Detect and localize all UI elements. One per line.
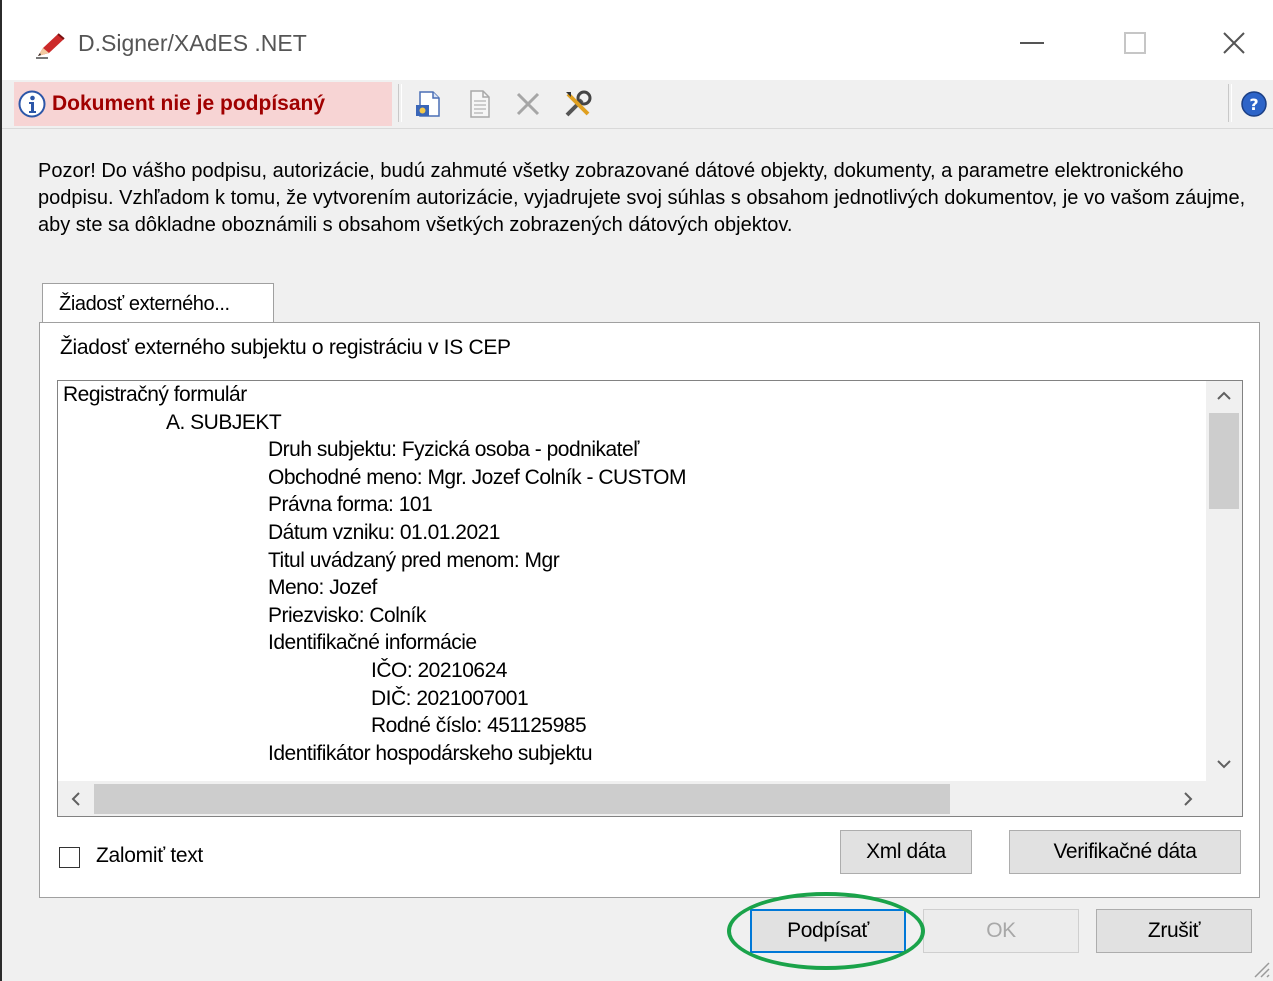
tab-panel: Žiadosť externého subjektu o registráciu… (39, 322, 1260, 898)
settings-button[interactable] (560, 86, 596, 122)
wrap-text-checkbox[interactable] (59, 847, 80, 868)
document-line: Registračný formulár (63, 383, 247, 406)
verification-data-button[interactable]: Verifikačné dáta (1009, 830, 1241, 874)
help-icon: ? (1241, 91, 1267, 117)
document-title: Žiadosť externého subjektu o registráciu… (60, 336, 511, 359)
info-icon (18, 90, 46, 118)
document-content[interactable]: Registračný formulár A. SUBJEKT Druh subje… (57, 380, 1243, 817)
close-button[interactable] (1202, 18, 1266, 68)
status-text: Dokument nie je podpísaný (52, 92, 326, 115)
delete-button (510, 86, 546, 122)
document-line: Identifikačné informácie (268, 631, 477, 655)
warning-text: Pozor! Do vášho podpisu, autorizácie, bu… (38, 160, 1246, 236)
document-line: Meno: Jozef (268, 576, 377, 600)
minimize-button[interactable] (1000, 18, 1064, 68)
cancel-button[interactable]: Zrušiť (1096, 909, 1252, 953)
horizontal-scrollbar[interactable] (58, 781, 1242, 816)
document-line: A. SUBJEKT (166, 410, 282, 434)
document-line: Priezvisko: Colník (268, 603, 426, 627)
scroll-left-button[interactable] (58, 781, 94, 816)
maximize-icon (1124, 32, 1146, 54)
scroll-up-button[interactable] (1206, 381, 1242, 411)
document-line: Právna forma: 101 (268, 493, 433, 517)
chevron-down-icon (1217, 760, 1231, 769)
scroll-down-button[interactable] (1206, 747, 1242, 781)
horizontal-scroll-thumb[interactable] (94, 784, 950, 814)
toolbar-separator-right (1228, 84, 1232, 122)
vertical-scroll-thumb[interactable] (1209, 413, 1239, 509)
document-line: Rodné číslo: 451125985 (371, 714, 587, 738)
toolbar: Dokument nie je podpísaný ? (2, 80, 1273, 129)
dialog-body: Pozor! Do vášho podpisu, autorizácie, bu… (2, 129, 1273, 981)
chevron-left-icon (71, 792, 80, 806)
chevron-right-icon (1184, 792, 1193, 806)
vertical-scrollbar[interactable] (1206, 381, 1242, 781)
title-bar[interactable]: D.Signer/XAdES .NET (2, 0, 1273, 80)
tab-document[interactable]: Žiadosť externého... (42, 283, 274, 323)
sign-button[interactable]: Podpísať (750, 909, 906, 953)
window-title: D.Signer/XAdES .NET (78, 30, 307, 56)
document-line: IČO: 20210624 (371, 659, 507, 682)
toolbar-separator (398, 84, 402, 122)
document-button (462, 86, 498, 122)
pen-icon (36, 33, 65, 59)
xml-data-button[interactable]: Xml dáta (840, 830, 972, 874)
document-line: Titul uvádzaný pred menom: Mgr (268, 548, 560, 572)
ok-button: OK (923, 909, 1079, 953)
document-line: Dátum vzniku: 01.01.2021 (268, 521, 500, 544)
close-icon (1223, 32, 1245, 54)
delete-icon (516, 92, 540, 116)
document-line: Druh subjektu: Fyzická osoba - podnikate… (268, 438, 639, 462)
wrap-text-label[interactable]: Zalomiť text (96, 844, 203, 868)
signature-status: Dokument nie je podpísaný (14, 82, 392, 126)
minimize-icon (1020, 42, 1044, 44)
document-line: Obchodné meno: Mgr. Jozef Colník - CUSTO… (268, 465, 686, 489)
settings-icon (565, 90, 592, 117)
sign-document-icon (416, 91, 440, 117)
help-button[interactable]: ? (1238, 86, 1270, 122)
sign-document-button[interactable] (410, 86, 446, 122)
document-line: Identifikátor hospodárskeho subjektu (268, 741, 593, 765)
chevron-up-icon (1217, 391, 1231, 400)
resize-grip-icon[interactable] (1247, 955, 1271, 979)
maximize-button[interactable] (1103, 18, 1167, 68)
document-icon (470, 90, 490, 118)
document-line: DIČ: 2021007001 (371, 686, 529, 710)
svg-text:?: ? (1249, 95, 1258, 114)
scroll-right-button[interactable] (1170, 781, 1206, 816)
